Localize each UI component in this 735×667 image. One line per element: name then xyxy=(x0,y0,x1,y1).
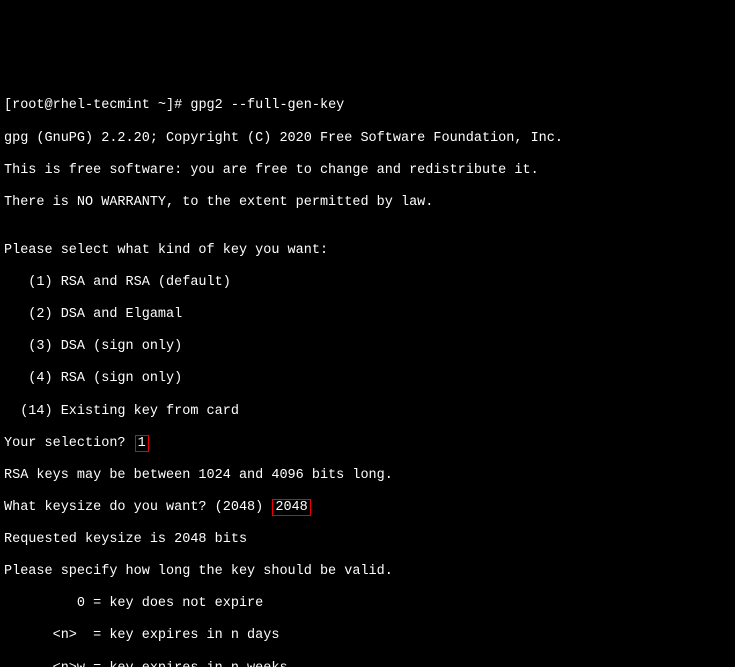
terminal-line: (1) RSA and RSA (default) xyxy=(4,275,731,291)
terminal-line: Your selection? 1 xyxy=(4,436,731,452)
terminal-line: This is free software: you are free to c… xyxy=(4,163,731,179)
terminal-line: (14) Existing key from card xyxy=(4,404,731,420)
user-command[interactable]: gpg2 --full-gen-key xyxy=(190,98,344,113)
terminal-line: (2) DSA and Elgamal xyxy=(4,307,731,323)
prompt-text: What keysize do you want? (2048) xyxy=(4,500,271,515)
terminal-line: Please select what kind of key you want: xyxy=(4,243,731,259)
terminal-line: RSA keys may be between 1024 and 4096 bi… xyxy=(4,468,731,484)
terminal-line: There is NO WARRANTY, to the extent perm… xyxy=(4,195,731,211)
terminal-line: (3) DSA (sign only) xyxy=(4,339,731,355)
terminal-line: Please specify how long the key should b… xyxy=(4,564,731,580)
terminal-line: 0 = key does not expire xyxy=(4,596,731,612)
terminal-line: <n> = key expires in n days xyxy=(4,628,731,644)
prompt-text: Your selection? xyxy=(4,436,134,451)
terminal-line: What keysize do you want? (2048) 2048 xyxy=(4,500,731,516)
terminal-line: [root@rhel-tecmint ~]# gpg2 --full-gen-k… xyxy=(4,98,731,114)
terminal-line: gpg (GnuPG) 2.2.20; Copyright (C) 2020 F… xyxy=(4,131,731,147)
terminal-line: Requested keysize is 2048 bits xyxy=(4,532,731,548)
terminal-output: [root@rhel-tecmint ~]# gpg2 --full-gen-k… xyxy=(0,80,735,667)
terminal-line: <n>w = key expires in n weeks xyxy=(4,661,731,667)
terminal-line: (4) RSA (sign only) xyxy=(4,371,731,387)
shell-prompt: [root@rhel-tecmint ~]# xyxy=(4,98,190,113)
user-input-keysize[interactable]: 2048 xyxy=(272,499,310,516)
user-input-selection[interactable]: 1 xyxy=(135,435,149,452)
